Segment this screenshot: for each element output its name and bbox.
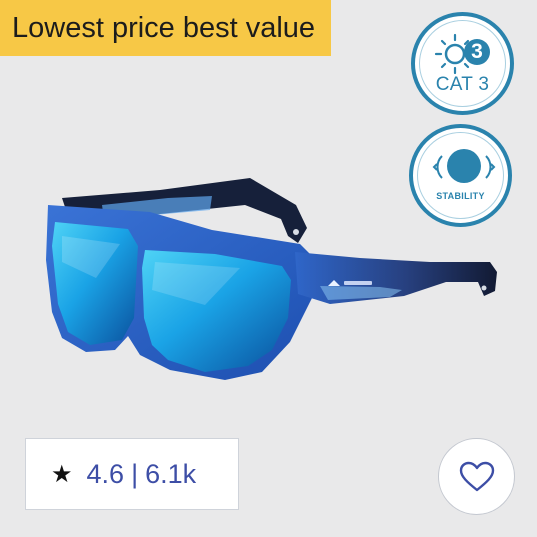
sun-icon — [434, 33, 490, 75]
rating-summary[interactable]: ★ 4.6 | 6.1k — [25, 438, 239, 510]
stability-label: STABILITY — [436, 191, 485, 201]
category-number: 3 — [471, 40, 483, 63]
product-card[interactable]: Lowest price best value 3 CAT 3 STABILIT… — [0, 0, 537, 537]
review-count: 6.1k — [145, 458, 197, 489]
category-3-badge: 3 CAT 3 — [411, 12, 514, 115]
rating-separator: | — [131, 458, 139, 489]
heart-outline-icon — [459, 461, 495, 492]
wishlist-button[interactable] — [438, 438, 515, 515]
promo-banner: Lowest price best value — [0, 0, 332, 56]
category-label: CAT 3 — [435, 74, 490, 95]
stability-badge: STABILITY — [409, 124, 512, 227]
rating-value: 4.6 — [86, 458, 125, 489]
star-icon: ★ — [51, 460, 73, 488]
stability-icon — [432, 149, 496, 183]
